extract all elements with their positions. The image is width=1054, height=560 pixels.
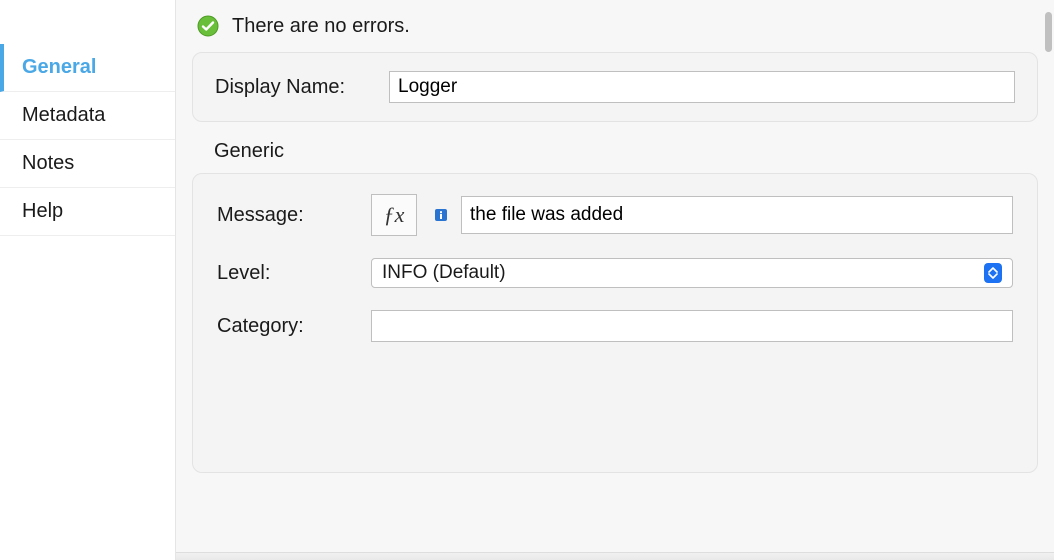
info-icon xyxy=(435,209,447,221)
sidebar-item-label: Metadata xyxy=(22,104,105,126)
level-select[interactable]: INFO (Default) xyxy=(371,258,1013,288)
fx-icon: ƒx xyxy=(384,202,405,228)
message-row: Message: ƒx xyxy=(217,194,1013,236)
sidebar-item-general[interactable]: General xyxy=(0,44,175,92)
horizontal-scrollbar[interactable] xyxy=(176,552,1054,560)
scrollbar-thumb[interactable] xyxy=(1045,12,1052,52)
sidebar-item-help[interactable]: Help xyxy=(0,188,175,236)
sidebar-item-metadata[interactable]: Metadata xyxy=(0,92,175,140)
check-circle-icon xyxy=(196,14,220,38)
sidebar: General Metadata Notes Help xyxy=(0,0,176,560)
sidebar-item-label: Help xyxy=(22,200,63,222)
app-root: General Metadata Notes Help There are no… xyxy=(0,0,1054,560)
generic-section-panel: Message: ƒx Level: INFO (Default) xyxy=(192,173,1038,473)
level-label: Level: xyxy=(217,262,357,285)
section-title-generic: Generic xyxy=(214,140,1038,163)
sidebar-item-notes[interactable]: Notes xyxy=(0,140,175,188)
message-input[interactable] xyxy=(461,196,1013,234)
level-row: Level: INFO (Default) xyxy=(217,258,1013,288)
status-text: There are no errors. xyxy=(232,15,410,38)
message-label: Message: xyxy=(217,204,357,227)
expression-fx-button[interactable]: ƒx xyxy=(371,194,417,236)
display-name-panel: Display Name: xyxy=(192,52,1038,122)
vertical-scrollbar[interactable] xyxy=(1045,12,1052,52)
sidebar-item-label: Notes xyxy=(22,152,74,174)
sidebar-item-label: General xyxy=(22,56,96,78)
category-row: Category: xyxy=(217,310,1013,342)
level-select-value: INFO (Default) xyxy=(382,262,984,284)
category-label: Category: xyxy=(217,315,357,338)
display-name-input[interactable] xyxy=(389,71,1015,103)
chevron-up-down-icon xyxy=(984,263,1002,283)
status-row: There are no errors. xyxy=(192,8,1038,52)
category-input[interactable] xyxy=(371,310,1013,342)
main-panel: There are no errors. Display Name: Gener… xyxy=(176,0,1054,560)
display-name-label: Display Name: xyxy=(215,76,375,99)
